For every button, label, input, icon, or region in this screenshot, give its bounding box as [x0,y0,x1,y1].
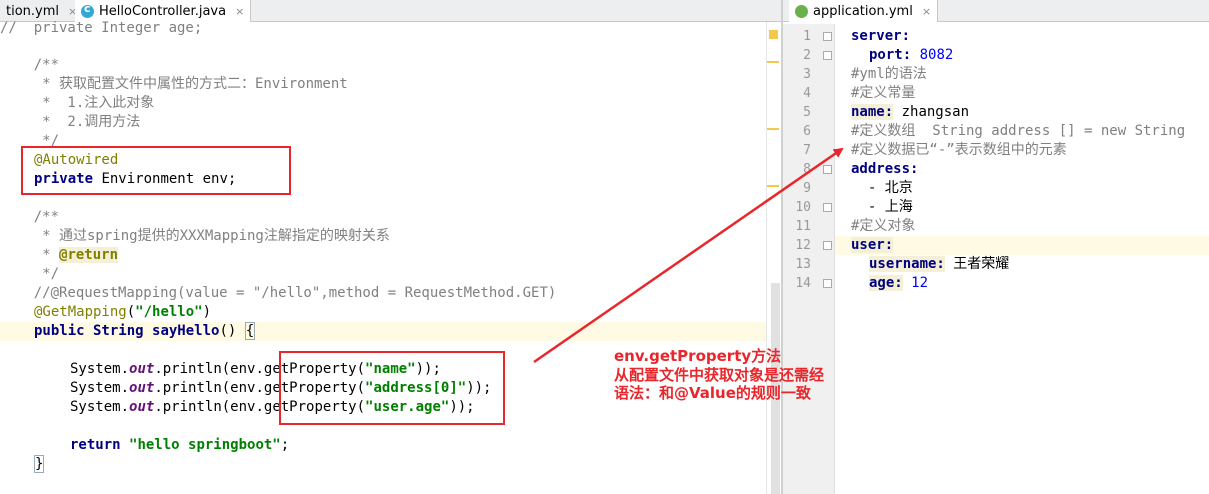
annotation-token: @GetMapping [34,304,127,320]
autowired-highlight-box [21,146,291,195]
code-line: * 获取配置文件中属性的方式二：Environment [0,76,348,92]
tab-label: application.yml [813,3,913,19]
fold-icon[interactable] [823,241,832,250]
yml-line: address: [851,160,918,179]
line-number: 3 [803,67,811,82]
yml-key: server: [851,28,911,44]
yml-editor-pane: application.yml × 1 2 3 4 5 6 7 8 9 10 1… [781,0,1209,494]
line-number: 8 [803,162,811,177]
line-number: 14 [795,276,811,291]
java-class-icon [81,2,94,18]
yml-key: address: [851,161,919,177]
yml-line: age: 12 [869,274,928,293]
yml-key: name: [851,104,894,120]
line-number: 4 [803,86,811,101]
yml-list-item: - 上海 [851,199,913,215]
yml-key: port: [869,47,912,63]
spring-leaf-icon [792,1,811,21]
line-number: 13 [795,257,811,272]
code-token: () [219,323,245,339]
fold-icon[interactable] [823,51,832,60]
line-number: 6 [803,124,811,139]
code-line: // private Integer age; [0,20,203,36]
fold-icon[interactable] [823,165,832,174]
line-number: 2 [803,48,811,63]
yml-key: user: [851,237,894,253]
code-token: ; [280,437,290,453]
field-token: out [129,399,155,415]
yml-value: 8082 [919,47,954,63]
line-number: 5 [803,105,811,120]
line-number-gutter: 1 2 3 4 5 6 7 8 9 10 11 12 13 14 [783,24,835,494]
yml-line-current: user: [835,236,1209,255]
string-token: "hello springboot" [129,437,281,453]
code-line: return "hello springboot"; [70,436,289,455]
code-line: * 1.注入此对象 [0,95,155,111]
tab-label: tion.yml [6,3,60,19]
method-name: sayHello [152,323,220,339]
code-token: System. [70,399,130,415]
code-token: System. [70,361,130,377]
brace-token: { [244,322,256,340]
yml-line: port: 8082 [869,46,953,65]
tab-label: HelloController.java [99,3,227,19]
code-token: ) [202,304,212,320]
yml-list-item: - 北京 [851,180,913,196]
keyword-token: public [34,323,85,339]
code-line: * @return [0,246,119,265]
field-token: out [129,380,155,396]
close-icon[interactable]: × [922,5,931,18]
fold-icon[interactable] [823,279,832,288]
code-line-current: public String sayHello() { [0,322,770,341]
code-line: /** [0,209,60,225]
yml-line: name: zhangsan [851,103,969,122]
code-token: ( [126,304,136,320]
tab-application-yml[interactable]: application.yml × [789,0,939,22]
line-number: 7 [803,143,811,158]
line-number: 10 [795,200,811,215]
yml-key: age: [869,275,903,291]
warning-marker[interactable] [767,128,779,130]
code-line: } [34,455,45,474]
yml-comment: #yml的语法 [851,66,927,82]
code-line: /** [0,57,60,73]
line-number: 12 [795,238,811,253]
yml-comment: #定义数组 String address [] = new String [851,123,1186,139]
comment-token: * [0,247,60,263]
code-line: //@RequestMapping(value = "/hello",metho… [0,285,557,301]
yml-value: zhangsan [901,104,970,120]
yml-value: 王者荣耀 [953,256,1010,272]
warning-marker[interactable] [767,61,779,63]
brace-token: } [34,455,45,473]
code-line: * 2.调用方法 [0,114,141,130]
fold-icon[interactable] [823,32,832,41]
getproperty-highlight-box [279,351,505,425]
line-number: 9 [803,181,811,196]
close-icon[interactable]: × [235,5,244,18]
warning-marker[interactable] [767,185,779,187]
keyword-token: return [70,437,121,453]
yml-line: server: [851,27,910,46]
field-token: out [129,361,155,377]
right-tab-bar: application.yml × [783,0,1209,22]
line-number: 1 [803,29,811,44]
warning-marker[interactable] [769,30,778,39]
keyword-token: String [84,323,153,339]
javadoc-tag: @return [59,247,119,263]
code-line: */ [0,266,60,282]
fold-icon[interactable] [823,203,832,212]
annotation-note: env.getProperty方法 从配置文件中获取对象是还需经 语法：和@Va… [614,347,825,402]
yml-comment: #定义对象 [851,218,916,234]
string-token: "/hello" [135,304,203,320]
line-number: 11 [795,219,811,234]
yml-value: 12 [911,275,929,291]
code-line: * 通过spring提供的XXXMapping注解指定的映射关系 [0,228,390,244]
code-line: @GetMapping("/hello") [34,303,211,322]
yml-line: username: 王者荣耀 [869,255,1009,274]
code-token: System. [70,380,130,396]
yml-comment: #定义数据已“-”表示数组中的元素 [851,142,1067,158]
yml-key: username: [869,256,945,272]
yml-comment: #定义常量 [851,85,916,101]
